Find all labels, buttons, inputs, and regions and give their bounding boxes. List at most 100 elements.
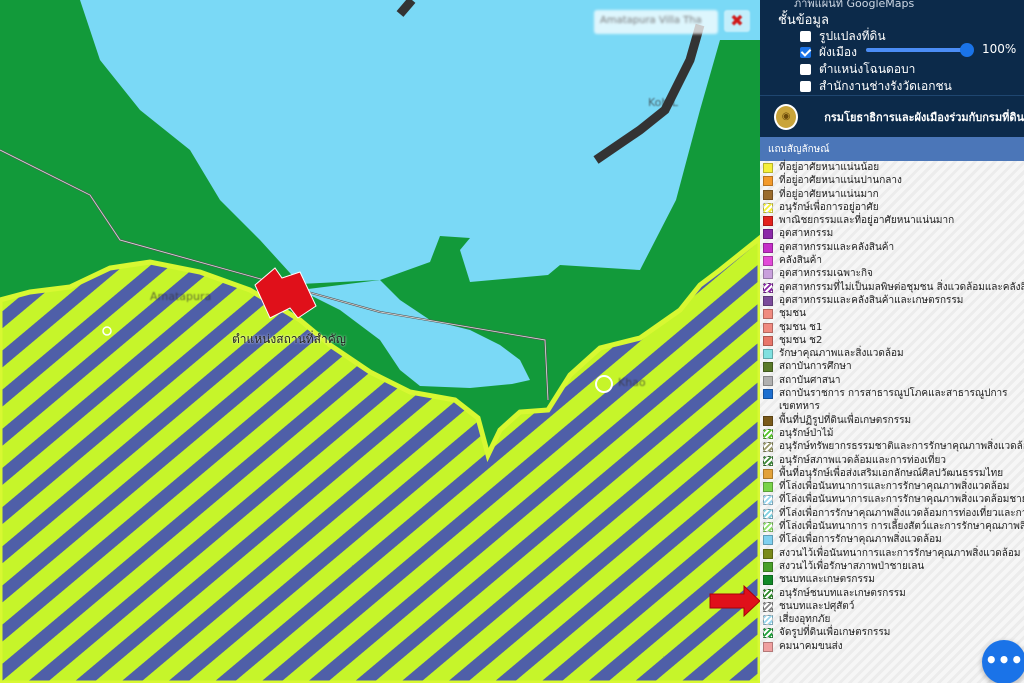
legend-item: ชุมชน ช2: [760, 334, 1024, 347]
legend-item: อุตสาหกรรมที่ไม่เป็นมลพิษต่อชุมชน สิ่งแว…: [760, 281, 1024, 294]
layer-control: ภาพแผนที่ GoogleMaps ชั้นข้อมูล รูปแปลงท…: [760, 0, 1024, 95]
legend-item: ที่อยู่อาศัยหนาแน่นมาก: [760, 188, 1024, 201]
map-label-khao: Khao: [618, 376, 646, 389]
legend-swatch: [763, 495, 773, 506]
legend-label: รักษาคุณภาพและสิ่งแวดล้อม: [779, 348, 904, 360]
legend-label: อุตสาหกรรมที่ไม่เป็นมลพิษต่อชุมชน สิ่งแว…: [779, 281, 1024, 293]
legend-item: อนุรักษ์ทรัพยากรธรรมชาติและการรักษาคุณภา…: [760, 440, 1024, 453]
legend-item: อุตสาหกรรมและคลังสินค้าและเกษตรกรรม: [760, 294, 1024, 307]
legend-swatch: [763, 601, 773, 612]
side-panel: ภาพแผนที่ GoogleMaps ชั้นข้อมูล รูปแปลงท…: [760, 0, 1024, 683]
legend-swatch: [763, 295, 773, 306]
checkbox[interactable]: [800, 30, 811, 42]
legend-swatch: [763, 202, 773, 213]
landmark-label: ตำแหน่งสถานที่สำคัญ: [232, 332, 346, 346]
legend-item: สงวนไว้เพื่อรักษาสภาพป่าชายเลน: [760, 560, 1024, 573]
legend-swatch: [763, 229, 773, 240]
legend-swatch: [763, 216, 773, 227]
legend-label: ชนบทและปศุสัตว์: [779, 600, 855, 612]
legend-item: อนุรักษ์เพื่อการอยู่อาศัย: [760, 201, 1024, 214]
legend-label: ที่อยู่อาศัยหนาแน่นมาก: [779, 188, 879, 200]
legend-swatch: [763, 176, 773, 187]
legend-item: พื้นที่ปฏิรูปที่ดินเพื่อเกษตรกรรม: [760, 414, 1024, 427]
legend-item: ชนบทและปศุสัตว์: [760, 600, 1024, 613]
checkbox[interactable]: [800, 80, 811, 92]
legend-swatch: [763, 522, 773, 533]
more-options-button[interactable]: •••: [982, 640, 1024, 683]
legend-swatch: [763, 375, 773, 386]
close-icon[interactable]: ✖: [724, 10, 750, 32]
legend-label: คมนาคมขนส่ง: [779, 640, 843, 652]
legend-label: อนุรักษ์สภาพแวดล้อมและการท่องเที่ยว: [779, 454, 946, 466]
legend-item: ชนบทและเกษตรกรรม: [760, 573, 1024, 586]
legend-item: อุตสาหกรรม: [760, 227, 1024, 240]
legend-swatch: [763, 442, 773, 453]
department-bar: ◉ กรมโยธาธิการและผังเมืองร่วมกับกรมที่ดิ…: [760, 95, 1024, 137]
opacity-slider-handle[interactable]: [960, 43, 974, 57]
legend-swatch: [763, 309, 773, 320]
legend-label: อนุรักษ์ป่าไม้: [779, 427, 834, 439]
opacity-slider-track[interactable]: [866, 48, 972, 52]
checkbox-checked[interactable]: [800, 46, 811, 58]
map-view[interactable]: Amatapura Villa Tha ✖ ตำแหน่งสถานที่สำคั…: [0, 0, 760, 683]
layer-toggle-cityplan[interactable]: ผังเมือง: [800, 44, 857, 60]
legend-label: ที่อยู่อาศัยหนาแน่นปานกลาง: [779, 175, 902, 187]
legend-item: พาณิชยกรรมและที่อยู่อาศัยหนาแน่นมาก: [760, 214, 1024, 227]
legend-label: จัดรูปที่ดินเพื่อเกษตรกรรม: [779, 627, 891, 639]
legend-item: สงวนไว้เพื่อนันทนาการและการรักษาคุณภาพสิ…: [760, 547, 1024, 560]
legend-label: เขตทหาร: [779, 401, 820, 413]
checkbox[interactable]: [800, 63, 811, 75]
legend-swatch: [763, 428, 773, 439]
legend-item: อนุรักษ์ป่าไม้: [760, 427, 1024, 440]
map-label-place: Amatapura: [150, 290, 212, 303]
legend-item: จัดรูปที่ดินเพื่อเกษตรกรรม: [760, 626, 1024, 639]
opacity-value: 100%: [982, 42, 1017, 56]
legend-swatch: [763, 282, 773, 293]
legend-swatch: [763, 163, 773, 173]
legend-item: ที่อยู่อาศัยหนาแน่นปานกลาง: [760, 174, 1024, 187]
legend-label: ชุมชน ช2: [779, 334, 823, 346]
map-canvas[interactable]: [0, 0, 760, 683]
legend-swatch: [763, 455, 773, 466]
legend-swatch: [763, 628, 773, 639]
legend-item: เสี่ยงอุทกภัย: [760, 613, 1024, 626]
legend-swatch: [763, 256, 773, 267]
legend-swatch: [763, 189, 773, 200]
legend-label: ที่โล่งเพื่อนันทนาการและการรักษาคุณภาพสิ…: [779, 494, 1024, 506]
legend-label: คลังสินค้า: [779, 255, 822, 267]
legend-swatch: [763, 615, 773, 626]
legend-label: พื้นที่อนุรักษ์เพื่อส่งเสริมเอกลักษณ์ศิล…: [779, 467, 1004, 479]
legend-swatch: [763, 269, 773, 280]
legend-swatch: [763, 415, 773, 426]
legend-swatch: [763, 362, 773, 373]
legend-list: ที่อยู่อาศัยหนาแน่นน้อย ที่อยู่อาศัยหนาแน…: [760, 161, 1024, 683]
legend-item: อนุรักษ์สภาพแวดล้อมและการท่องเที่ยว: [760, 454, 1024, 467]
legend-item: พื้นที่อนุรักษ์เพื่อส่งเสริมเอกลักษณ์ศิล…: [760, 467, 1024, 480]
legend-swatch: [763, 561, 773, 572]
legend-label: ที่โล่งเพื่อนันทนาการและการรักษาคุณภาพสิ…: [779, 481, 1010, 493]
legend-item: ที่โล่งเพื่อนันทนาการและการรักษาคุณภาพสิ…: [760, 480, 1024, 493]
map-search-box[interactable]: Amatapura Villa Tha: [594, 10, 718, 34]
legend-item: สถาบันการศึกษา: [760, 360, 1024, 373]
legend-label: พื้นที่ปฏิรูปที่ดินเพื่อเกษตรกรรม: [779, 414, 912, 426]
legend-label: อนุรักษ์ทรัพยากรธรรมชาติและการรักษาคุณภา…: [779, 441, 1024, 453]
legend-label: สงวนไว้เพื่อรักษาสภาพป่าชายเลน: [779, 560, 925, 572]
legend-label: ที่โล่งเพื่อการรักษาคุณภาพสิ่งแวดล้อมการ…: [779, 507, 1024, 519]
legend-label: อุตสาหกรรมและคลังสินค้าและเกษตรกรรม: [779, 294, 964, 306]
legend-label: เสี่ยงอุทกภัย: [779, 614, 831, 626]
legend-item: สถาบันศาสนา: [760, 374, 1024, 387]
legend-item: ชุมชน ช1: [760, 321, 1024, 334]
legend-item: ชุมชน: [760, 307, 1024, 320]
legend-label: อนุรักษ์เพื่อการอยู่อาศัย: [779, 201, 879, 213]
legend-label: สงวนไว้เพื่อนันทนาการและการรักษาคุณภาพสิ…: [779, 547, 1021, 559]
legend-item: ที่โล่งเพื่อการรักษาคุณภาพสิ่งแวดล้อม: [760, 533, 1024, 546]
legend-label: ชนบทและเกษตรกรรม: [779, 574, 875, 586]
legend-item: ที่โล่งเพื่อนันทนาการและการรักษาคุณภาพสิ…: [760, 493, 1024, 506]
legend-swatch: [763, 349, 773, 360]
legend-item: ที่โล่งเพื่อนันทนาการ การเลี้ยงสัตว์และก…: [760, 520, 1024, 533]
seal-icon: ◉: [774, 103, 799, 130]
legend-swatch: [763, 468, 773, 479]
legend-label: อุตสาหกรรม: [779, 228, 834, 240]
layer-toggle-deeds[interactable]: ตำแหน่งโฉนดอบา: [800, 61, 915, 77]
layer-toggle-surveyors[interactable]: สำนักงานช่างรังวัดเอกชน: [800, 78, 952, 94]
